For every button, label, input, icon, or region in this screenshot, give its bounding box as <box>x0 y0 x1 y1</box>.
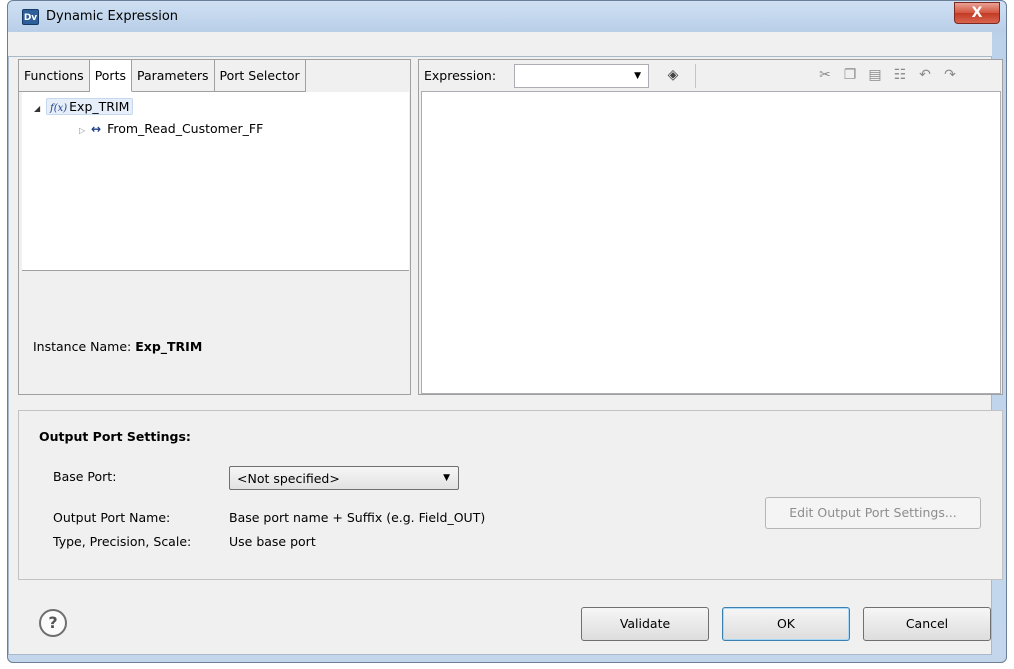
type-precision-scale-value: Use base port <box>229 534 316 549</box>
ok-button[interactable]: OK <box>722 607 850 641</box>
left-panel: Functions Ports Parameters Port Selector… <box>18 59 411 395</box>
output-port-settings-group: Output Port Settings: Base Port: <Not sp… <box>18 410 1003 580</box>
expression-label: Expression: <box>424 68 497 83</box>
tree-root-label: Exp_TRIM <box>69 99 130 114</box>
redo-icon[interactable]: ↷ <box>940 65 960 85</box>
title-bar[interactable]: Dv Dynamic Expression X <box>8 1 1006 33</box>
instance-name-label: Instance Name: <box>33 339 132 354</box>
ports-tree: ◢ f(x) Exp_TRIM ▷ ↔ From_Read_Customer_FF <box>22 92 409 271</box>
paste-icon[interactable]: ▤ <box>865 65 885 85</box>
tab-strip: Functions Ports Parameters Port Selector <box>19 60 306 92</box>
instance-name-value: Exp_TRIM <box>135 339 203 354</box>
cut-icon[interactable]: ✂ <box>815 65 835 85</box>
base-port-select[interactable]: <Not specified> ▼ <box>229 466 459 490</box>
close-button[interactable]: X <box>954 2 1000 24</box>
help-icon[interactable]: ? <box>39 609 67 637</box>
cancel-button[interactable]: Cancel <box>863 607 991 641</box>
tab-parameters[interactable]: Parameters <box>131 60 215 92</box>
tree-root-item[interactable]: f(x) Exp_TRIM <box>46 98 134 115</box>
toolbar-separator <box>695 64 696 88</box>
tab-ports[interactable]: Ports <box>89 60 132 92</box>
collapsed-triangle-icon[interactable]: ▷ <box>79 121 91 141</box>
base-port-value: <Not specified> <box>237 471 340 486</box>
window-title: Dynamic Expression <box>46 9 179 24</box>
undo-icon[interactable]: ↶ <box>915 65 935 85</box>
port-link-icon: ↔ <box>91 122 102 136</box>
base-port-label: Base Port: <box>53 469 117 484</box>
instance-name: Instance Name: Exp_TRIM <box>33 339 202 354</box>
chevron-down-icon: ▼ <box>443 473 450 483</box>
tab-functions[interactable]: Functions <box>19 60 90 92</box>
tab-port-selector[interactable]: Port Selector <box>214 60 306 92</box>
validate-button[interactable]: Validate <box>581 607 709 641</box>
dialog-client-top <box>8 32 992 58</box>
output-port-name-value: Base port name + Suffix (e.g. Field_OUT) <box>229 510 486 525</box>
output-port-settings-title: Output Port Settings: <box>39 429 191 444</box>
validate-expression-icon[interactable]: ◈ <box>663 65 683 85</box>
format-icon[interactable]: ☷ <box>890 65 910 85</box>
tree-row-child[interactable]: ▷ ↔ From_Read_Customer_FF <box>79 119 263 139</box>
app-icon: Dv <box>22 9 39 25</box>
function-icon: f(x) <box>50 103 68 114</box>
output-port-name-label: Output Port Name: <box>53 510 171 525</box>
expression-panel: Expression: ▼ ◈ ✂ ❐ ▤ ☷ ↶ ↷ <box>418 59 1003 395</box>
tree-child-label: From_Read_Customer_FF <box>107 121 264 136</box>
copy-icon[interactable]: ❐ <box>840 65 860 85</box>
edit-output-port-settings-button[interactable]: Edit Output Port Settings... <box>765 497 981 529</box>
tree-row-root[interactable]: ◢ f(x) Exp_TRIM <box>34 97 134 119</box>
expanded-triangle-icon[interactable]: ◢ <box>34 99 46 119</box>
expression-combo[interactable]: ▼ <box>514 64 649 88</box>
type-precision-scale-label: Type, Precision, Scale: <box>53 534 192 549</box>
chevron-down-icon: ▼ <box>634 71 641 81</box>
expression-editor[interactable] <box>421 91 1001 394</box>
